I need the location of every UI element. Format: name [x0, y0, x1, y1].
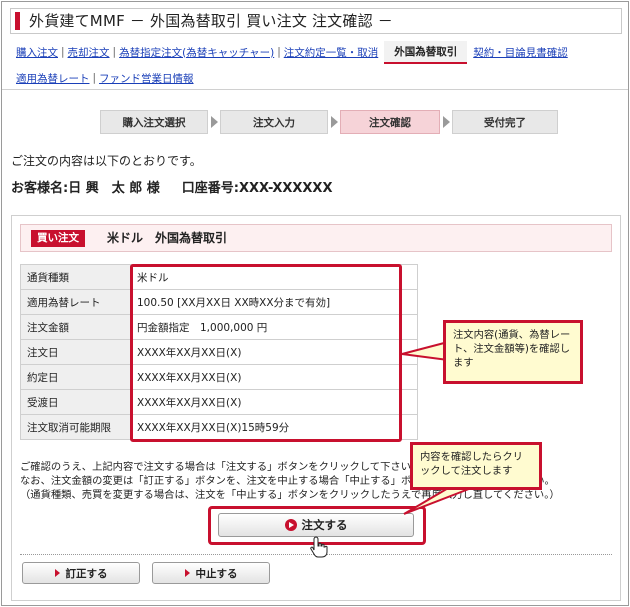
detail-label: 注文金額 — [20, 314, 131, 340]
detail-value: XXXX年XX月XX日(X) — [130, 339, 418, 365]
intro-text: ご注文の内容は以下のとおりです。 — [11, 154, 202, 168]
step-complete: 受付完了 — [452, 110, 558, 134]
nav-row-1: 購入注文 | 売却注文 | 為替指定注文(為替キャッチャー) | 注文約定一覧・… — [16, 40, 568, 64]
nav-link-fund-business-days[interactable]: ファンド営業日情報 — [99, 71, 194, 86]
nav-separator: | — [92, 72, 97, 84]
place-order-label: 注文する — [301, 518, 348, 532]
title-accent-bar — [15, 12, 20, 30]
detail-value: 米ドル — [130, 264, 418, 290]
step-confirm: 注文確認 — [340, 110, 440, 134]
nav-menu: 購入注文 | 売却注文 | 為替指定注文(為替キャッチャー) | 注文約定一覧・… — [2, 40, 628, 90]
triangle-right-icon — [184, 569, 190, 577]
step-arrow-icon — [331, 116, 338, 128]
account-number: XXX-XXXXXX — [238, 181, 333, 196]
detail-value: XXXX年XX月XX日(X)15時59分 — [130, 414, 418, 440]
detail-value: 円金額指定 1,000,000 円 — [130, 314, 418, 340]
table-row: 注文金額 円金額指定 1,000,000 円 — [20, 314, 418, 340]
detail-value: XXXX年XX月XX日(X) — [130, 389, 418, 415]
nav-link-sell-order[interactable]: 売却注文 — [68, 45, 110, 60]
order-type-badge: 買い注文 — [31, 230, 85, 247]
place-order-button[interactable]: 注文する — [218, 513, 414, 537]
detail-label: 適用為替レート — [20, 289, 131, 315]
step-arrow-icon — [211, 116, 218, 128]
play-circle-icon — [284, 519, 297, 531]
table-row: 注文取消可能期限 XXXX年XX月XX日(X)15時59分 — [20, 414, 418, 440]
customer-name: 日 興 太 郎 様 — [68, 181, 160, 196]
nav-row-2: 適用為替レート | ファンド営業日情報 — [16, 68, 194, 88]
table-row: 約定日 XXXX年XX月XX日(X) — [20, 364, 418, 390]
callout-order: 内容を確認したらクリックして注文します — [410, 442, 542, 490]
table-row: 通貨種類 米ドル — [20, 264, 418, 290]
order-detail-table: 通貨種類 米ドル 適用為替レート 100.50 [XX月XX日 XX時XX分まで有効… — [20, 264, 418, 440]
step-select: 購入注文選択 — [100, 110, 208, 134]
callout-tail-icon — [401, 340, 449, 362]
detail-label: 受渡日 — [20, 389, 131, 415]
order-panel-title: 米ドル 外国為替取引 — [107, 231, 228, 245]
nav-link-contract-check[interactable]: 契約・目論見書確認 — [473, 45, 568, 60]
detail-label: 約定日 — [20, 364, 131, 390]
detail-label: 注文日 — [20, 339, 131, 365]
account-number-label: 口座番号: — [181, 181, 239, 196]
correct-order-button[interactable]: 訂正する — [22, 562, 140, 584]
nav-separator: | — [277, 46, 281, 58]
page-title: 外貨建てMMF － 外国為替取引 買い注文 注文確認 － — [29, 12, 393, 30]
table-row: 適用為替レート 100.50 [XX月XX日 XX時XX分まで有効] — [20, 289, 418, 315]
detail-label: 通貨種類 — [20, 264, 131, 290]
cancel-order-button[interactable]: 中止する — [152, 562, 270, 584]
table-row: 受渡日 XXXX年XX月XX日(X) — [20, 389, 418, 415]
detail-label: 注文取消可能期限 — [20, 414, 131, 440]
nav-separator: | — [61, 46, 65, 58]
hand-cursor-icon — [310, 536, 328, 558]
nav-separator: | — [112, 46, 117, 58]
customer-name-label: お客様名: — [11, 181, 69, 196]
callout-tail-icon — [403, 486, 475, 515]
nav-link-order-list[interactable]: 注文約定一覧・取消 — [284, 45, 379, 60]
detail-value: 100.50 [XX月XX日 XX時XX分まで有効] — [130, 289, 418, 315]
step-arrow-icon — [443, 116, 450, 128]
table-row: 注文日 XXXX年XX月XX日(X) — [20, 339, 418, 365]
cancel-order-label: 中止する — [195, 567, 238, 580]
page-frame: 外貨建てMMF － 外国為替取引 買い注文 注文確認 － 購入注文 | 売却注文… — [1, 1, 629, 606]
order-panel-header: 買い注文 米ドル 外国為替取引 — [20, 224, 612, 252]
nav-link-applied-rate[interactable]: 適用為替レート — [16, 71, 90, 86]
callout-order-text: 内容を確認したらクリックして注文します — [420, 451, 523, 477]
title-bar: 外貨建てMMF － 外国為替取引 買い注文 注文確認 － — [10, 8, 622, 34]
callout-details: 注文内容(通貨、為替レート、注文金額等)を確認します — [443, 320, 583, 384]
nav-link-purchase-order[interactable]: 購入注文 — [16, 45, 58, 60]
callout-details-text: 注文内容(通貨、為替レート、注文金額等)を確認します — [453, 329, 571, 369]
detail-value: XXXX年XX月XX日(X) — [130, 364, 418, 390]
correct-order-label: 訂正する — [65, 567, 108, 580]
customer-info: お客様名:日 興 太 郎 様 口座番号:XXX-XXXXXX — [11, 177, 332, 196]
step-input: 注文入力 — [220, 110, 328, 134]
triangle-right-icon — [54, 569, 60, 577]
nav-link-rate-catcher[interactable]: 為替指定注文(為替キャッチャー) — [119, 45, 274, 60]
nav-tab-fx-trading[interactable]: 外国為替取引 — [384, 40, 468, 64]
